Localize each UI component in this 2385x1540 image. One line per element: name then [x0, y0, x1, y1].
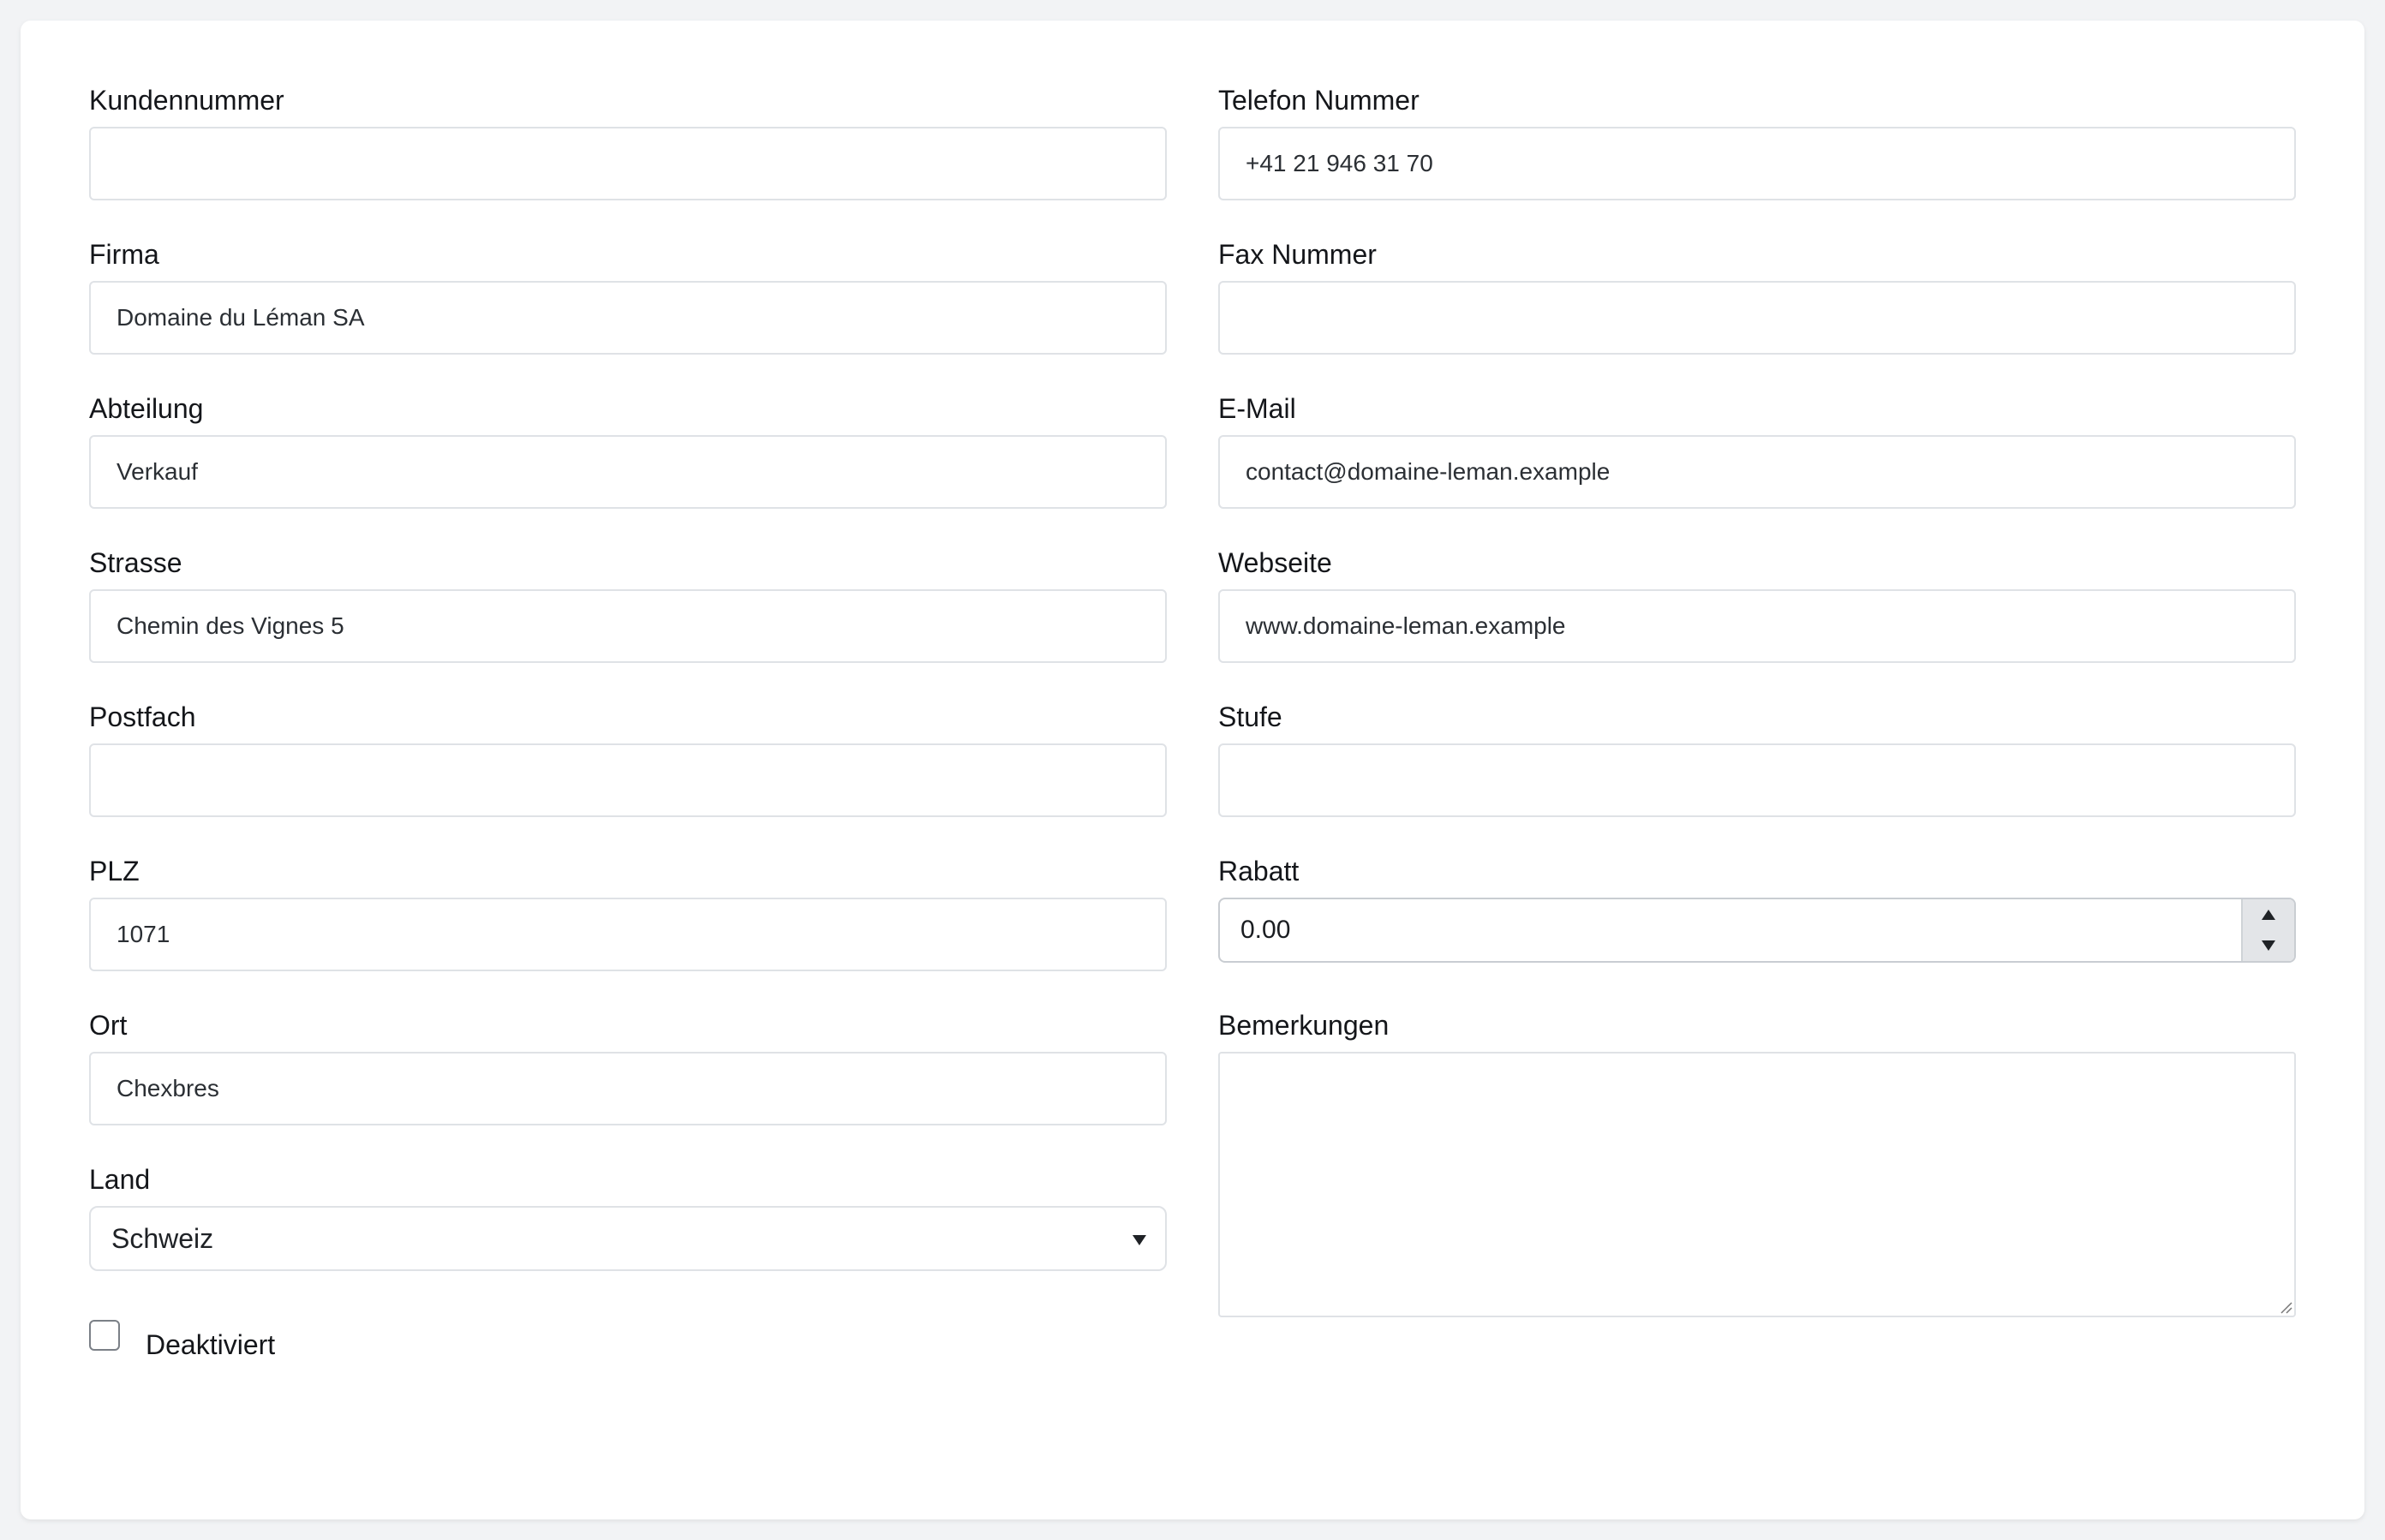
field-firma: Firma — [89, 238, 1167, 355]
field-bemerkungen: Bemerkungen — [1218, 1009, 2296, 1317]
strasse-label: Strasse — [89, 547, 182, 578]
land-select-value: Schweiz — [111, 1223, 214, 1254]
email-input[interactable] — [1218, 435, 2296, 509]
field-telefon: Telefon Nummer — [1218, 84, 2296, 200]
bemerkungen-wrap — [1218, 1052, 2296, 1317]
field-abteilung: Abteilung — [89, 392, 1167, 509]
postfach-label: Postfach — [89, 701, 196, 732]
field-fax: Fax Nummer — [1218, 238, 2296, 355]
abteilung-label: Abteilung — [89, 393, 204, 424]
abteilung-input[interactable] — [89, 435, 1167, 509]
bemerkungen-label: Bemerkungen — [1218, 1010, 1390, 1041]
plz-input[interactable] — [89, 898, 1167, 971]
field-stufe: Stufe — [1218, 701, 2296, 817]
field-kundennummer: Kundennummer — [89, 84, 1167, 200]
ort-label: Ort — [89, 1010, 128, 1041]
fax-input[interactable] — [1218, 281, 2296, 355]
firma-input[interactable] — [89, 281, 1167, 355]
bemerkungen-textarea[interactable] — [1218, 1052, 2296, 1317]
rabatt-label: Rabatt — [1218, 856, 1300, 886]
field-ort: Ort — [89, 1009, 1167, 1125]
rabatt-stepper — [1218, 898, 2296, 963]
webseite-input[interactable] — [1218, 589, 2296, 663]
telefon-input[interactable] — [1218, 127, 2296, 200]
field-postfach: Postfach — [89, 701, 1167, 817]
kundennummer-input[interactable] — [89, 127, 1167, 200]
land-label: Land — [89, 1164, 151, 1195]
strasse-input[interactable] — [89, 589, 1167, 663]
deaktiviert-checkbox[interactable] — [89, 1319, 120, 1351]
deaktiviert-label: Deaktiviert — [146, 1329, 276, 1360]
field-webseite: Webseite — [1218, 546, 2296, 663]
fax-label: Fax Nummer — [1218, 239, 1377, 270]
telefon-label: Telefon Nummer — [1218, 85, 1420, 116]
rabatt-decrement-button[interactable] — [2243, 930, 2294, 961]
rabatt-stepper-buttons — [2241, 899, 2294, 961]
customer-form-card: Kundennummer Firma Abteilung Strasse Pos… — [21, 21, 2364, 1519]
rabatt-increment-button[interactable] — [2243, 899, 2294, 930]
chevron-down-icon — [1133, 1235, 1146, 1245]
kundennummer-label: Kundennummer — [89, 85, 284, 116]
firma-label: Firma — [89, 239, 159, 270]
webseite-label: Webseite — [1218, 547, 1332, 578]
stufe-label: Stufe — [1218, 701, 1282, 732]
field-strasse: Strasse — [89, 546, 1167, 663]
field-email: E-Mail — [1218, 392, 2296, 509]
email-label: E-Mail — [1218, 393, 1296, 424]
triangle-down-icon — [2262, 940, 2275, 951]
stufe-input[interactable] — [1218, 743, 2296, 817]
field-rabatt: Rabatt — [1218, 855, 2296, 963]
field-land: Land Schweiz — [89, 1163, 1167, 1271]
land-select[interactable]: Schweiz — [89, 1206, 1167, 1271]
ort-input[interactable] — [89, 1052, 1167, 1125]
postfach-input[interactable] — [89, 743, 1167, 817]
plz-label: PLZ — [89, 856, 140, 886]
deaktiviert-row: Deaktiviert — [89, 1316, 275, 1361]
triangle-up-icon — [2262, 910, 2275, 920]
field-plz: PLZ — [89, 855, 1167, 971]
rabatt-input[interactable] — [1220, 899, 2239, 961]
